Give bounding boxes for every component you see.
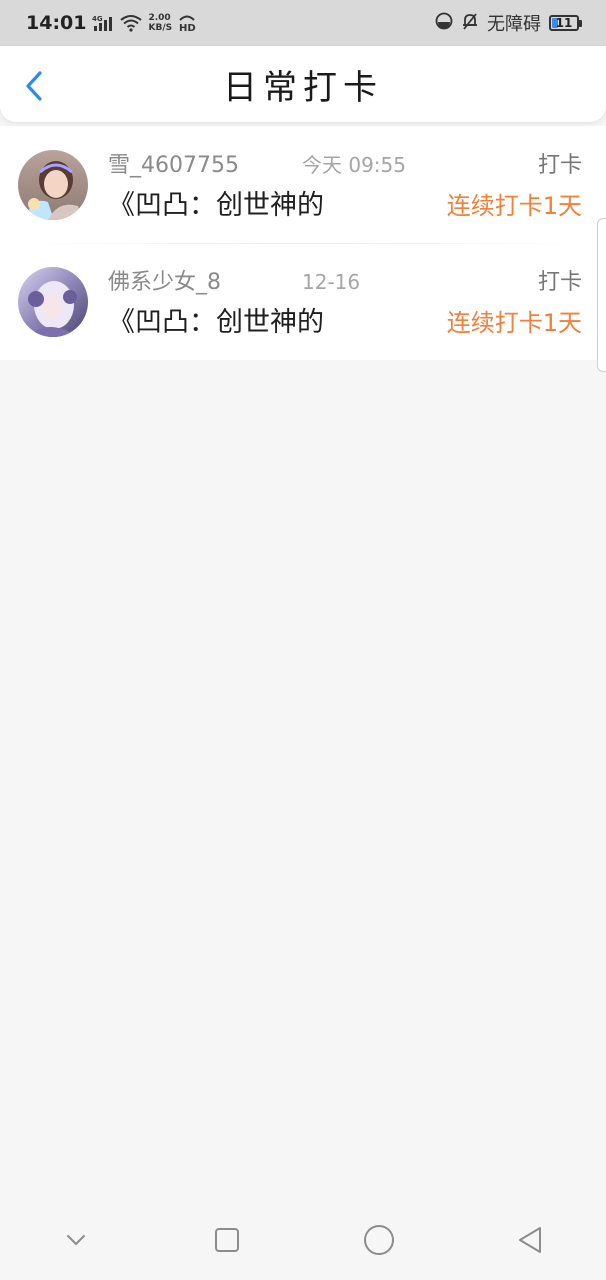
circle-icon — [363, 1225, 394, 1255]
checkin-time: 今天 09:55 — [302, 153, 406, 177]
network-speed: 2.00 KB/S — [148, 13, 172, 33]
network-speed-value: 2.00 — [148, 13, 171, 23]
list-item-meta: 佛系少女_8 12-16 打卡 — [108, 264, 582, 296]
hd-call-icon: HD — [178, 14, 196, 32]
square-icon — [215, 1228, 240, 1252]
chevron-down-icon — [66, 1235, 85, 1246]
nav-back-button[interactable] — [500, 1210, 560, 1270]
checkin-list: 雪_4607755 今天 09:55 打卡 《凹凸：创世神的 连续打卡1天 佛系… — [0, 126, 606, 360]
hd-label: HD — [179, 23, 196, 32]
header: 日常打卡 — [0, 46, 606, 122]
nav-recent-button[interactable] — [197, 1210, 257, 1270]
list-item-body: 佛系少女_8 12-16 打卡 《凹凸：创世神的 连续打卡1天 — [108, 264, 582, 339]
username[interactable]: 佛系少女_8 — [108, 264, 288, 296]
system-nav-bar — [0, 1200, 606, 1280]
accessibility-label: 无障碍 — [487, 14, 541, 35]
svg-text:4G: 4G — [92, 15, 103, 23]
edge-scroll-handle[interactable] — [597, 218, 606, 372]
streak-label: 连续打卡1天 — [446, 192, 582, 220]
list-item-content: 《凹凸：创世神的 连续打卡1天 — [108, 183, 582, 222]
nav-home-button[interactable] — [349, 1210, 409, 1270]
action-label: 打卡 — [537, 153, 582, 178]
status-right: 无障碍 11 — [435, 10, 582, 36]
list-item-content: 《凹凸：创世神的 连续打卡1天 — [108, 300, 582, 339]
battery-level: 11 — [555, 16, 573, 30]
back-button[interactable] — [14, 66, 54, 106]
avatar[interactable] — [18, 149, 88, 220]
book-title[interactable]: 《凹凸：创世神的 — [108, 300, 324, 339]
chevron-left-icon — [26, 71, 42, 101]
status-bar: 14:01 4G 2.00 KB/S HD 无障碍 11 — [0, 0, 606, 46]
streak-label: 连续打卡1天 — [446, 309, 582, 337]
list-item[interactable]: 佛系少女_8 12-16 打卡 《凹凸：创世神的 连续打卡1天 — [0, 243, 606, 360]
battery-icon: 11 — [549, 15, 582, 31]
list-item-meta: 雪_4607755 今天 09:55 打卡 — [108, 147, 582, 179]
username[interactable]: 雪_4607755 — [108, 147, 288, 179]
status-left: 14:01 4G 2.00 KB/S HD — [26, 12, 196, 34]
list-item[interactable]: 雪_4607755 今天 09:55 打卡 《凹凸：创世神的 连续打卡1天 — [0, 126, 606, 243]
triangle-back-icon — [519, 1227, 542, 1253]
action-label: 打卡 — [537, 270, 582, 295]
page-title: 日常打卡 — [223, 67, 383, 108]
wifi-icon — [120, 14, 143, 32]
checkin-time: 12-16 — [302, 270, 361, 294]
nav-hide-button[interactable] — [46, 1210, 106, 1270]
cellular-signal-icon: 4G — [92, 14, 114, 32]
network-speed-unit: KB/S — [148, 23, 173, 33]
do-not-disturb-icon — [435, 12, 453, 34]
mute-bell-icon — [461, 12, 479, 34]
book-title[interactable]: 《凹凸：创世神的 — [108, 183, 324, 222]
avatar[interactable] — [18, 266, 88, 337]
status-time: 14:01 — [26, 12, 87, 34]
list-item-body: 雪_4607755 今天 09:55 打卡 《凹凸：创世神的 连续打卡1天 — [108, 147, 582, 222]
